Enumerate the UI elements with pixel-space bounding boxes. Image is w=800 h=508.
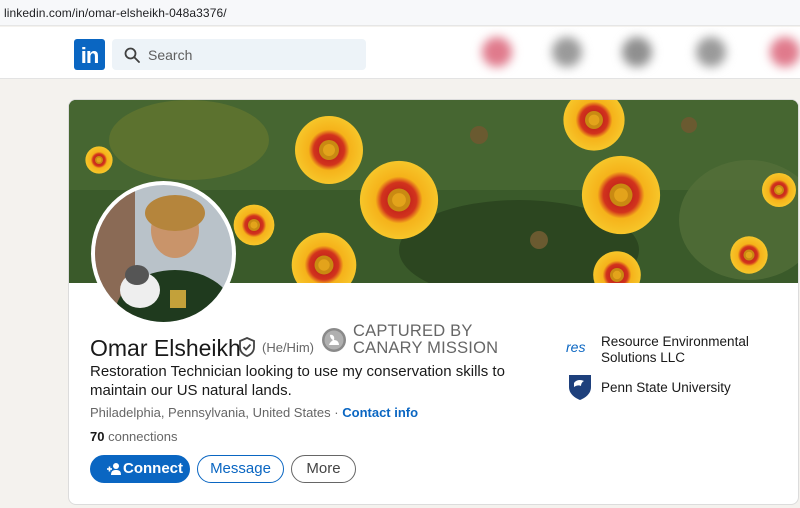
- url-text: linkedin.com/in/omar-elsheikh-048a3376/: [4, 6, 227, 20]
- profile-location-row: Philadelphia, Pennsylvania, United State…: [90, 405, 418, 420]
- verified-shield-icon[interactable]: [237, 337, 257, 357]
- contact-info-link[interactable]: Contact info: [342, 405, 418, 420]
- penn-state-shield-icon[interactable]: [567, 373, 593, 401]
- connections-number: 70: [90, 429, 105, 444]
- canary-bird-icon: [322, 328, 346, 352]
- message-button[interactable]: Message: [197, 455, 284, 483]
- top-navbar: in Search: [0, 27, 800, 79]
- canary-mission-overlay: CAPTURED BY CANARY MISSION: [353, 323, 498, 357]
- add-person-icon: [107, 463, 121, 475]
- org-name-line2: Solutions LLC: [601, 350, 686, 365]
- connect-button[interactable]: Connect: [90, 455, 190, 483]
- nav-icons-blurred: [464, 27, 800, 79]
- res-logo-text: res: [566, 339, 586, 355]
- search-bar[interactable]: Search: [112, 39, 366, 70]
- org-penn-state[interactable]: Penn State University: [601, 380, 731, 396]
- linkedin-logo-icon[interactable]: in: [74, 39, 105, 70]
- org-name-line1: Resource Environmental: [601, 334, 749, 349]
- separator-dot: ·: [334, 405, 339, 420]
- connect-label: Connect: [123, 460, 183, 477]
- overlay-line-2: CANARY MISSION: [353, 339, 499, 357]
- search-input[interactable]: Search: [148, 47, 192, 63]
- overlay-line-1: CAPTURED BY: [353, 322, 473, 340]
- connections-count[interactable]: 70 connections: [90, 429, 177, 444]
- org-resource-environmental[interactable]: Resource Environmental Solutions LLC: [601, 334, 749, 366]
- res-company-logo[interactable]: res: [566, 339, 585, 355]
- more-button[interactable]: More: [291, 455, 356, 483]
- connections-label: connections: [108, 429, 178, 444]
- location-text: Philadelphia, Pennsylvania, United State…: [90, 405, 331, 420]
- pronouns: (He/Him): [262, 340, 314, 355]
- browser-address-bar[interactable]: linkedin.com/in/omar-elsheikh-048a3376/: [0, 0, 800, 26]
- profile-headline: Restoration Technician looking to use my…: [90, 363, 505, 399]
- profile-name: Omar Elsheikh: [90, 335, 241, 361]
- profile-avatar[interactable]: [91, 181, 236, 326]
- org-name-line1: Penn State University: [601, 380, 731, 395]
- search-icon: [124, 47, 140, 63]
